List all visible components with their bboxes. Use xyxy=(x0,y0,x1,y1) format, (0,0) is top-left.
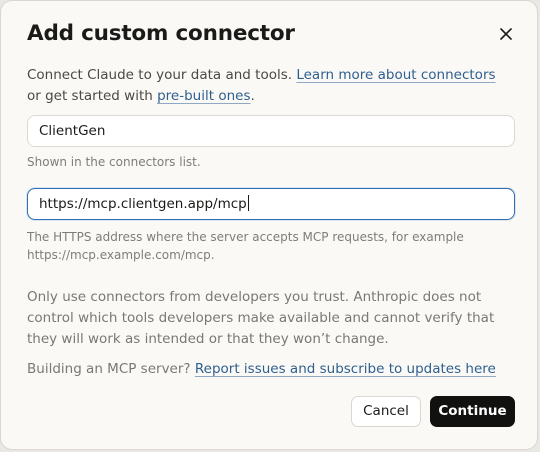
connector-url-value: https://mcp.clientgen.app/mcp xyxy=(39,196,247,212)
connector-url-hint: The HTTPS address where the server accep… xyxy=(27,230,464,262)
connector-name-hint: Shown in the connectors list. xyxy=(27,155,201,169)
connector-name-input[interactable]: ClientGen xyxy=(27,115,515,147)
text-caret xyxy=(247,195,249,211)
connector-name-value: ClientGen xyxy=(39,123,106,139)
dialog-title: Add custom connector xyxy=(27,21,295,46)
trust-notice: Only use connectors from developers you … xyxy=(27,289,495,347)
intro-text-2: or get started with xyxy=(27,88,158,104)
add-connector-dialog: Add custom connector Connect Claude to y… xyxy=(0,0,538,450)
intro-text-3: . xyxy=(250,88,255,104)
continue-button[interactable]: Continue xyxy=(430,396,515,427)
connector-url-input[interactable]: https://mcp.clientgen.app/mcp xyxy=(27,188,515,220)
intro-text-1: Connect Claude to your data and tools. xyxy=(27,67,297,83)
learn-more-link[interactable]: Learn more about connectors xyxy=(296,67,495,83)
building-mcp-text: Building an MCP server? Report issues an… xyxy=(27,359,515,380)
cancel-button[interactable]: Cancel xyxy=(351,396,421,427)
pre-built-link[interactable]: pre-built ones xyxy=(157,88,250,104)
intro-text: Connect Claude to your data and tools. L… xyxy=(27,65,507,107)
report-issues-link[interactable]: Report issues and subscribe to updates h… xyxy=(195,361,496,377)
close-icon xyxy=(500,28,512,40)
building-mcp-label: Building an MCP server? xyxy=(27,361,195,377)
close-button[interactable] xyxy=(495,23,517,45)
